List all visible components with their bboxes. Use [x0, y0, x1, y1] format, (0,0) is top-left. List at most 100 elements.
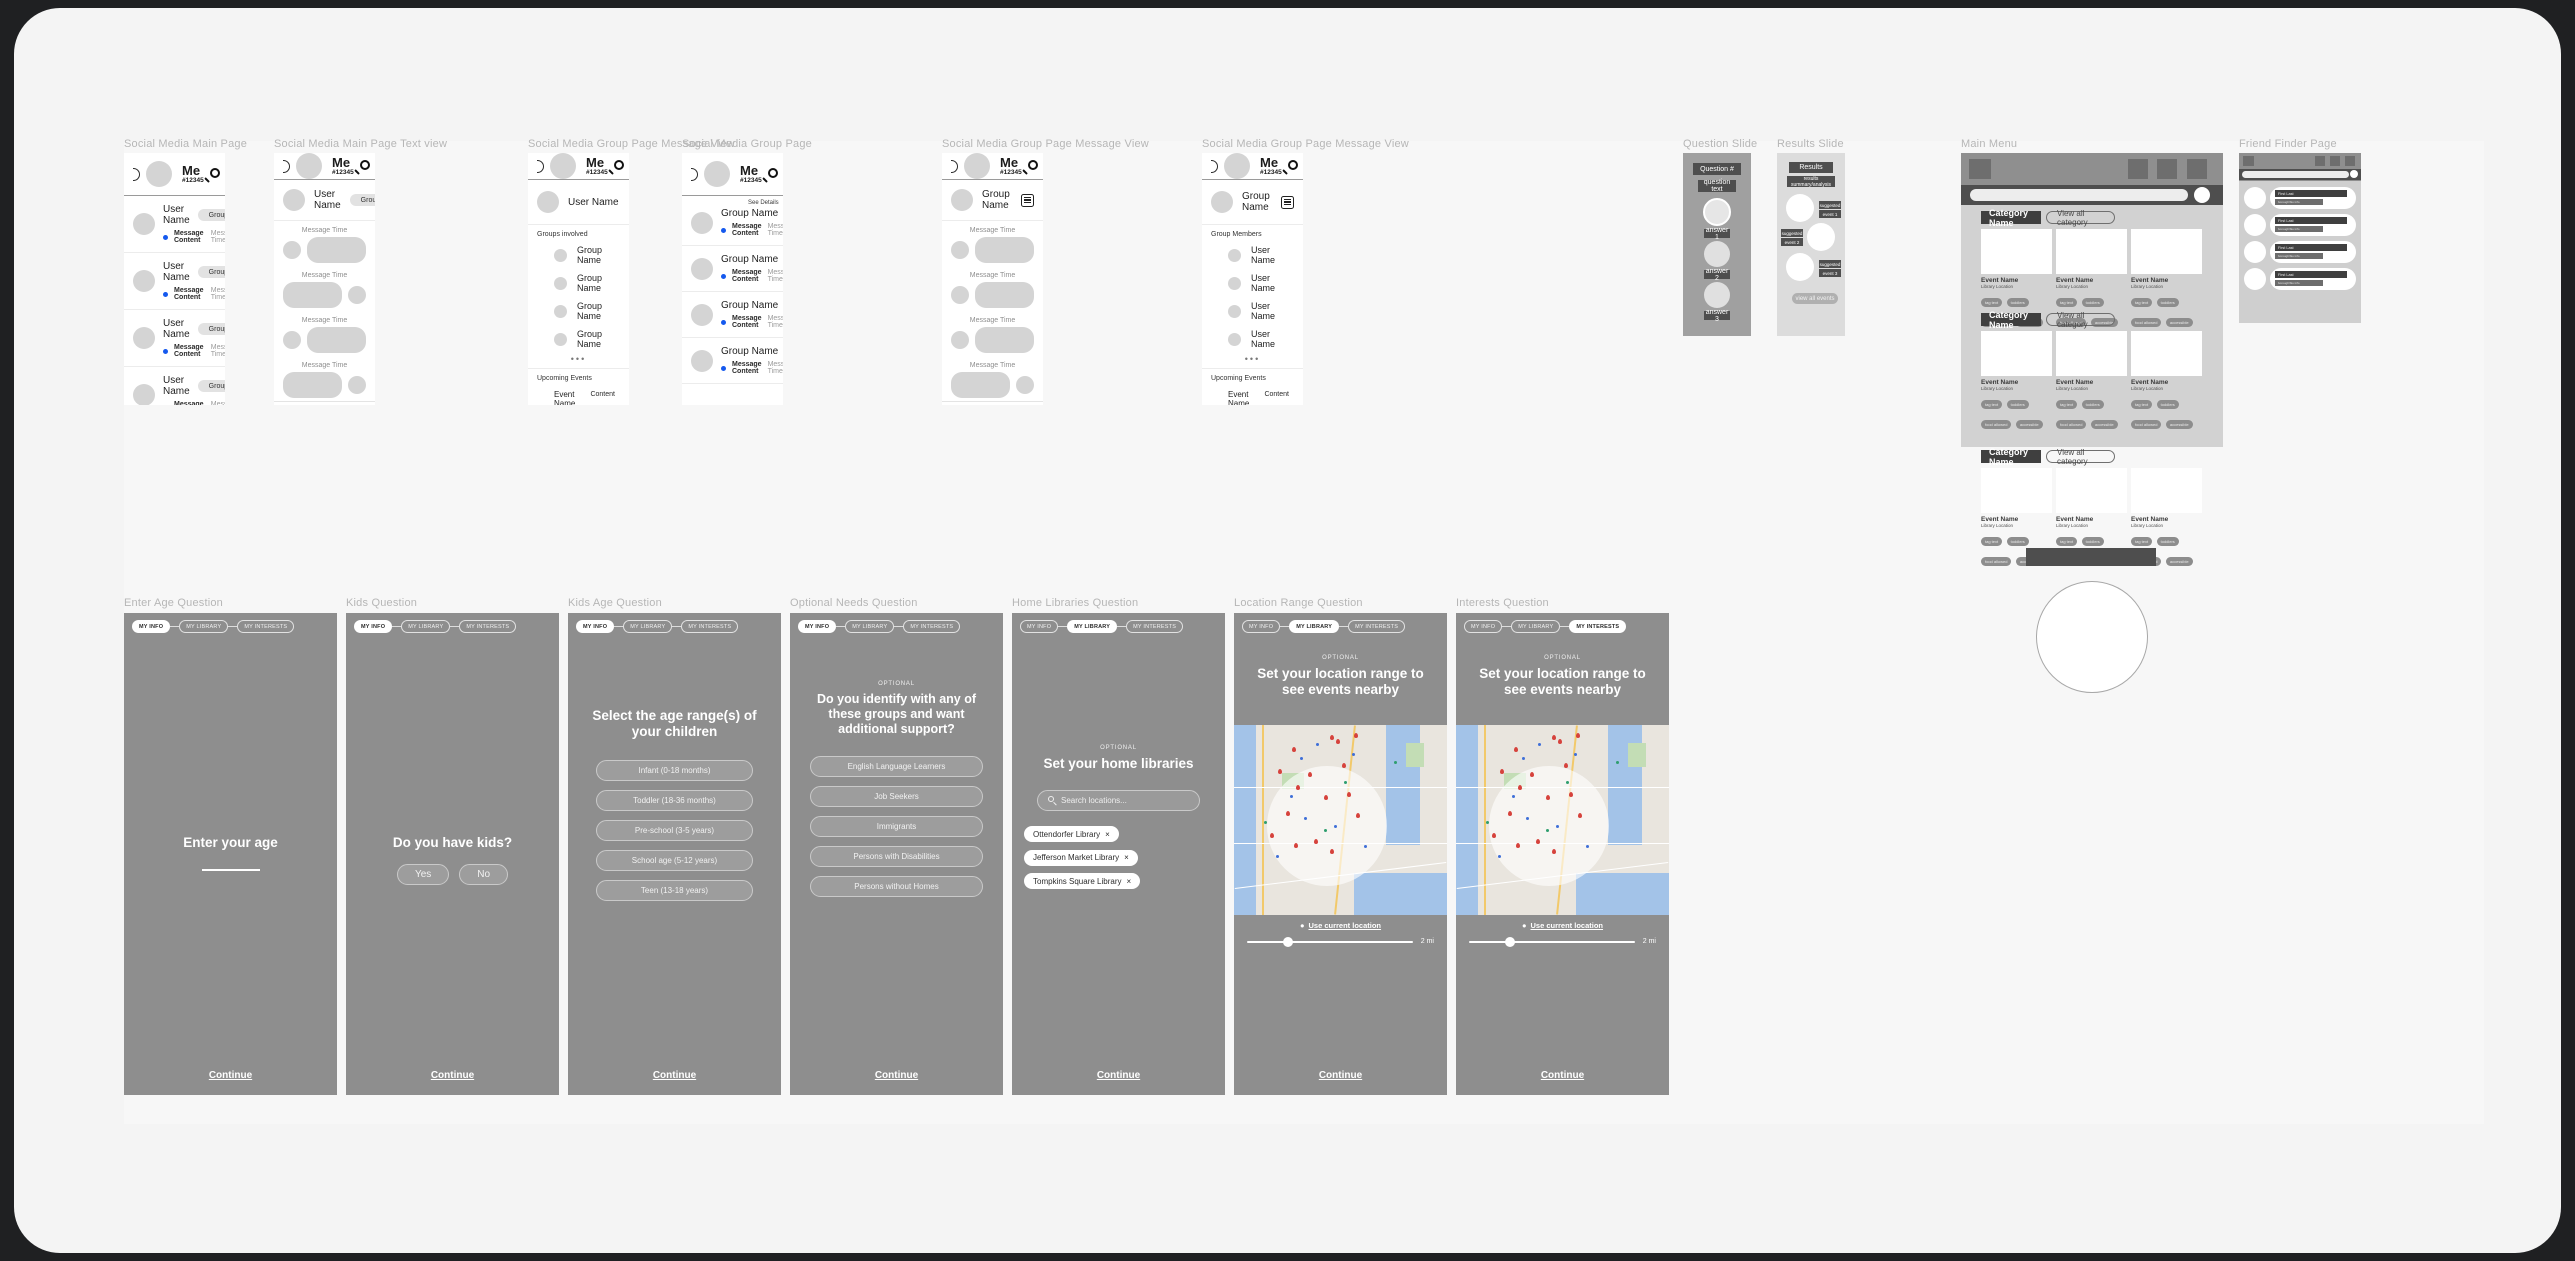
slider-track[interactable] — [1247, 936, 1413, 947]
list-item[interactable]: User Name — [1202, 241, 1303, 269]
tab-my-interests[interactable]: MY INTERESTS — [237, 620, 295, 633]
tab-my-interests[interactable]: MY INTERESTS — [1126, 620, 1184, 633]
profile-avatar-icon[interactable] — [2350, 170, 2358, 178]
continue-button[interactable]: Continue — [790, 1070, 1003, 1081]
view-all-events-button[interactable]: view all events — [1792, 293, 1838, 304]
list-item[interactable]: User Name — [1202, 325, 1303, 353]
continue-button[interactable]: Continue — [346, 1070, 559, 1081]
event-tag[interactable]: accessible — [2090, 420, 2118, 429]
event-tag[interactable]: food allowed — [2131, 420, 2162, 429]
remove-chip-icon[interactable]: × — [1105, 830, 1110, 839]
event-card-image[interactable] — [1981, 229, 2052, 274]
event-tag[interactable]: accessible — [2165, 557, 2193, 566]
continue-button[interactable]: Continue — [568, 1070, 781, 1081]
range-slider[interactable]: 2 mi — [1456, 936, 1669, 947]
tab-my-info[interactable]: MY INFO — [576, 620, 615, 633]
tab-my-library[interactable]: MY LIBRARY — [845, 620, 895, 633]
event-tag[interactable]: tag text — [2056, 537, 2078, 546]
choice-option[interactable]: Infant (0-18 months) — [596, 759, 753, 781]
tab-my-info[interactable]: MY INFO — [798, 620, 837, 633]
list-item[interactable]: First Last borough/bio info — [2244, 214, 2356, 236]
event-tag[interactable]: tag text — [1981, 298, 2003, 307]
search-input[interactable] — [2242, 171, 2349, 178]
slider-knob[interactable] — [1505, 936, 1516, 947]
list-item[interactable]: Group Name — [528, 325, 629, 353]
list-item[interactable]: User Name Group Message Content Message … — [124, 310, 225, 367]
back-arrow-icon[interactable] — [951, 159, 958, 173]
event-tag[interactable]: toddlers — [2081, 537, 2104, 546]
frame-group-message-view-members[interactable]: Me #12345 Friend Group Group Name Group … — [1202, 153, 1303, 405]
person-card[interactable]: First Last borough/bio info — [2270, 187, 2356, 209]
event-card-image[interactable] — [2056, 468, 2127, 513]
frame-social-main-text-view[interactable]: Me #12345 Friend Group User Name Group M… — [274, 153, 375, 405]
event-tag[interactable]: toddlers — [2156, 400, 2179, 409]
list-item[interactable]: Group Name — [528, 241, 629, 269]
tab-my-library[interactable]: MY LIBRARY — [179, 620, 229, 633]
answer-circle-2[interactable] — [1704, 241, 1730, 267]
event-tag[interactable]: toddlers — [2006, 537, 2029, 546]
tab-my-info[interactable]: MY INFO — [132, 620, 171, 633]
frame-kids-age-question[interactable]: MY INFO MY LIBRARY MY INTERESTS Select t… — [568, 613, 781, 1095]
details-list-icon[interactable] — [1281, 195, 1294, 209]
event-tag[interactable]: toddlers — [2156, 537, 2179, 546]
frame-group-message-view-chat[interactable]: Me #12345 Friend Group Group Name Messag… — [942, 153, 1043, 405]
avatar[interactable] — [146, 161, 172, 187]
event-tag[interactable]: accessible — [2165, 420, 2193, 429]
list-item[interactable]: Group Name Message Content Message Time — [682, 338, 783, 384]
list-item[interactable]: Group Name — [528, 269, 629, 297]
list-item[interactable]: User Name Group Message Content Message … — [124, 367, 225, 405]
search-input[interactable] — [1970, 189, 2188, 201]
frame-social-group-page[interactable]: Me #12345 Friend Group See Details Group… — [682, 153, 783, 405]
back-arrow-icon[interactable] — [537, 159, 544, 173]
avatar[interactable] — [550, 153, 576, 179]
event-tag[interactable]: tag text — [2056, 400, 2078, 409]
tab-my-library[interactable]: MY LIBRARY — [1289, 620, 1340, 633]
back-arrow-icon[interactable] — [133, 167, 140, 181]
range-slider[interactable]: 2 mi — [1234, 936, 1447, 947]
suggested-event-circle-2[interactable] — [1807, 223, 1835, 251]
menu-big-circle[interactable] — [2036, 581, 2148, 693]
list-item[interactable]: User Name Group Message Content Message … — [124, 196, 225, 253]
back-arrow-icon[interactable] — [283, 159, 290, 173]
list-item[interactable]: First Last borough/bio info — [2244, 268, 2356, 290]
search-locations-input[interactable]: Search locations... — [1037, 789, 1200, 811]
event-row[interactable]: Event NameTimeContent — [528, 385, 629, 405]
message-composer[interactable]: + — [274, 401, 375, 405]
event-card-image[interactable] — [2131, 229, 2202, 274]
frame-interests-question[interactable]: MY INFO MY LIBRARY MY INTERESTS OPTIONAL… — [1456, 613, 1669, 1095]
event-tag[interactable]: tag text — [2131, 537, 2153, 546]
use-current-location-link[interactable]: ● Use current location — [1234, 921, 1447, 930]
menu-icon-1[interactable] — [2315, 156, 2325, 166]
event-row[interactable]: Event NameTimeContent — [1202, 385, 1303, 405]
choice-option[interactable]: English Language Learners — [810, 756, 983, 778]
map-container[interactable] — [1456, 725, 1669, 915]
view-all-category-2[interactable]: View all category — [2046, 311, 2115, 329]
menu-icon-2[interactable] — [2330, 156, 2340, 166]
tab-my-interests[interactable]: MY INTERESTS — [681, 620, 739, 633]
event-tag[interactable]: food allowed — [1981, 420, 2012, 429]
frame-social-main-page[interactable]: Me #12345 Friend Group User Name Group — [124, 153, 225, 405]
continue-button[interactable]: Continue — [124, 1070, 337, 1081]
frame-enter-age-question[interactable]: MY INFO MY LIBRARY MY INTERESTS Enter yo… — [124, 613, 337, 1095]
choice-option[interactable]: Teen (13-18 years) — [596, 879, 753, 901]
age-input-line[interactable] — [201, 868, 260, 871]
slider-track[interactable] — [1469, 936, 1635, 947]
tab-my-library[interactable]: MY LIBRARY — [1511, 620, 1561, 633]
avatar[interactable] — [964, 153, 990, 179]
event-tag[interactable]: toddlers — [2081, 400, 2104, 409]
choice-option[interactable]: Persons with Disabilities — [810, 846, 983, 868]
event-tag[interactable]: toddlers — [2156, 298, 2179, 307]
menu-icon-1[interactable] — [2128, 159, 2148, 179]
frame-kids-question[interactable]: MY INFO MY LIBRARY MY INTERESTS Do you h… — [346, 613, 559, 1095]
frame-question-slide[interactable]: Question # question text answer 1 answer… — [1683, 153, 1751, 336]
event-card-image[interactable] — [2056, 331, 2127, 376]
library-chip[interactable]: Jefferson Market Library × — [1024, 849, 1138, 866]
menu-footer-bar[interactable] — [2026, 548, 2156, 566]
event-tag[interactable]: tag text — [2056, 298, 2078, 307]
event-card-image[interactable] — [2131, 468, 2202, 513]
map-container[interactable] — [1234, 725, 1447, 915]
event-card-image[interactable] — [1981, 468, 2052, 513]
tab-my-interests[interactable]: MY INTERESTS — [459, 620, 517, 633]
tab-my-info[interactable]: MY INFO — [1464, 620, 1503, 633]
event-tag[interactable]: food allowed — [2131, 318, 2162, 327]
